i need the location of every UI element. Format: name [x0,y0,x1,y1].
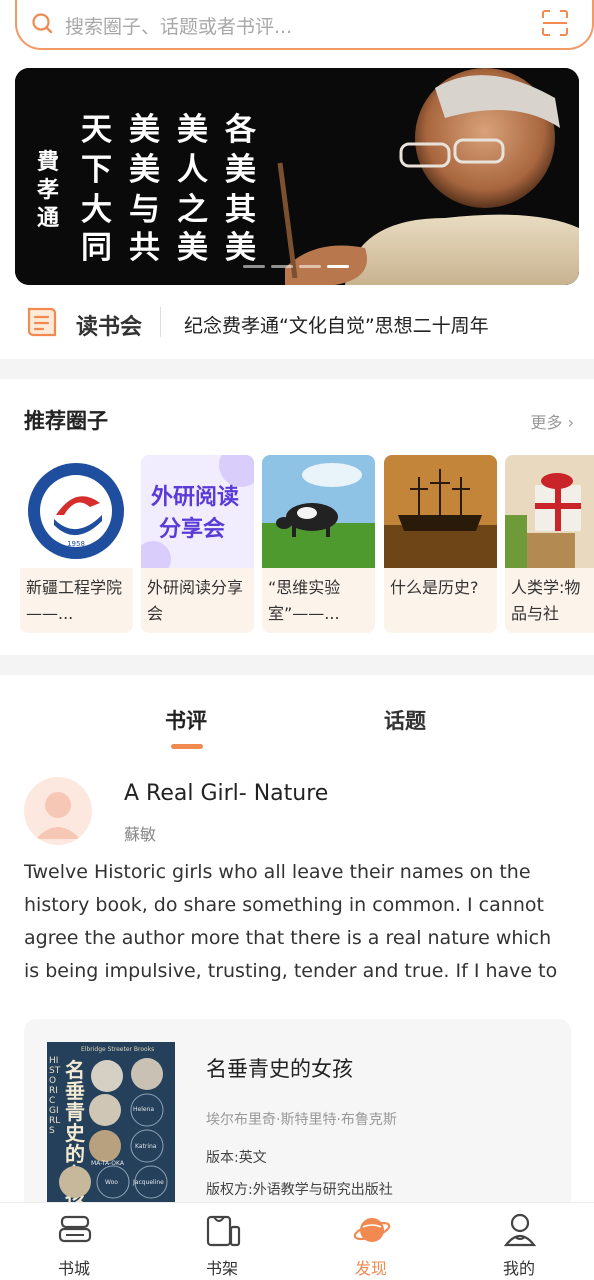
banner-carousel[interactable]: 各 美 其 美 美 人 之 美 美 美 与 共 天 下 大 同 費 孝 通 [15,68,579,285]
nav-bookshelf[interactable]: 书架 [182,1203,262,1280]
circle-name: 什么是历史? [390,578,479,597]
review-author[interactable]: 蘇敏 [124,821,156,845]
circle-card[interactable]: 什么是历史? [384,455,497,633]
circle-cover: 外研阅读 分享会 [141,455,254,568]
circle-cover [505,455,594,568]
nav-label: 书城 [57,1259,90,1278]
tab-topics[interactable]: 话题 [384,705,426,735]
circle-card[interactable]: 1958 新疆工程学院——... [20,455,133,633]
circle-card[interactable]: “思维实验室”——... [262,455,375,633]
more-link[interactable]: 更多 › [530,409,574,433]
book-edition: 版本:英文 [206,1150,267,1166]
search-bar[interactable]: 搜索圈子、话题或者书评... [15,0,594,50]
book-cover: Elbridge Streeter Brooks HISTORIC GIRLS … [47,1042,175,1219]
nav-profile[interactable]: 我的 [479,1203,559,1280]
cover-line-2: 分享会 [159,517,226,542]
banner-section: 各 美 其 美 美 人 之 美 美 美 与 共 天 下 大 同 費 孝 通 读书… [0,54,594,359]
reading-club-bar[interactable]: 读书会 纪念费孝通“文化自觉”思想二十周年 [0,287,594,359]
cover-name: MA-TA-OKA [91,1160,124,1167]
cover-name: Helena [133,1106,155,1113]
feed-section: 书评 话题 A Real Girl- Nature 蘇敏 Twelve Hist… [0,675,594,1219]
cover-line-1: 外研阅读 [151,485,240,510]
logo-year: 1958 [67,540,85,548]
search-icon [32,13,53,34]
bookstore-icon [58,1215,92,1243]
profile-icon [503,1213,537,1247]
nav-label: 书架 [205,1259,238,1278]
book-title: 名垂青史的女孩 [206,1057,353,1081]
search-input[interactable]: 搜索圈子、话题或者书评... [65,12,292,39]
book-author: 埃尔布里奇·斯特里特·布鲁克斯 [206,1112,397,1128]
bottom-nav: 书城 书架 发现 我的 [0,1202,594,1280]
reading-club-title: 读书会 [76,315,143,340]
circle-name: 人类学:物品与社 [511,578,581,623]
nav-bookstore[interactable]: 书城 [34,1203,114,1280]
circle-card[interactable]: 外研阅读 分享会 外研阅读分享会 [141,455,254,633]
reading-club-icon [27,307,57,337]
circle-cover [384,455,497,568]
reading-club-headline[interactable]: 纪念费孝通“文化自觉”思想二十周年 [184,311,489,338]
circle-name: 新疆工程学院——... [26,578,123,623]
chevron-right-icon: › [567,413,574,432]
circle-name: 外研阅读分享会 [147,578,244,623]
scan-icon[interactable] [540,8,570,38]
cover-name: Jacqueline [133,1179,164,1186]
top-bar: 搜索圈子、话题或者书评... [0,0,594,54]
nav-label: 我的 [502,1259,535,1278]
review-body[interactable]: Twelve Historic girls who all leave thei… [24,856,572,988]
section-title: 推荐圈子 [24,409,108,433]
review-title[interactable]: A Real Girl- Nature [124,781,328,806]
circle-name: “思维实验室”——... [268,578,341,623]
bookshelf-icon [206,1215,241,1247]
book-card[interactable]: Elbridge Streeter Brooks HISTORIC GIRLS … [24,1019,571,1219]
cover-name: Katrina [135,1143,157,1150]
active-tab-indicator [171,744,203,749]
tab-reviews[interactable]: 书评 [165,705,207,735]
planet-icon [353,1218,391,1242]
divider [160,307,161,337]
nav-label: 发现 [354,1259,387,1278]
calligraphy-text: 各 美 其 美 美 人 之 美 美 美 与 共 天 下 大 同 費 孝 通 [37,112,256,266]
circle-cover [262,455,375,568]
book-publisher: 版权方:外语教学与研究出版社 [206,1182,393,1198]
circle-logo: 1958 [20,455,133,568]
recommended-circles: 推荐圈子 更多 › 1958 新疆工程学院——... 外研阅读 分享会 外研阅读… [0,379,594,655]
avatar[interactable] [24,777,92,845]
nav-discover[interactable]: 发现 [331,1203,411,1280]
circle-card[interactable]: 人类学:物品与社 [505,455,594,633]
cover-name: Woo [105,1179,118,1186]
